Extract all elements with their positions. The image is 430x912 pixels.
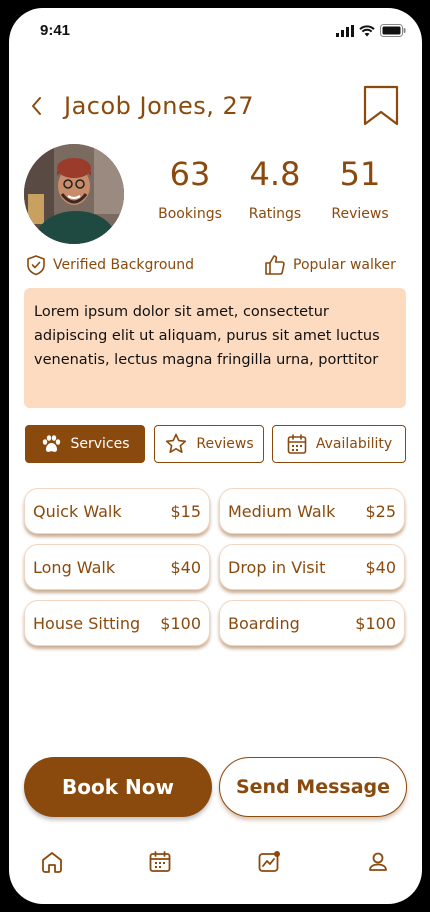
service-name: Long Walk xyxy=(33,557,116,577)
stat-ratings: 4.8 Ratings xyxy=(230,156,320,222)
stat-reviews: 51 Reviews xyxy=(315,156,405,222)
service-card-drop-in-visit[interactable]: Drop in Visit $40 xyxy=(219,544,405,590)
back-button[interactable] xyxy=(25,94,49,118)
verified-label: Verified Background xyxy=(53,257,195,273)
service-price: $25 xyxy=(365,501,396,521)
stat-label: Bookings xyxy=(158,206,222,222)
bottom-nav xyxy=(9,843,422,883)
star-icon xyxy=(164,432,188,456)
page-title: Jacob Jones, 27 xyxy=(64,92,255,120)
verified-badge: Verified Background xyxy=(25,252,194,278)
tab-label: Reviews xyxy=(196,436,254,452)
status-icons xyxy=(336,24,406,37)
stat-bookings: 63 Bookings xyxy=(145,156,235,222)
battery-icon xyxy=(380,24,406,37)
stat-label: Ratings xyxy=(248,206,302,222)
status-time: 9:41 xyxy=(40,22,71,39)
avatar xyxy=(24,144,124,244)
home-icon[interactable] xyxy=(39,849,65,875)
popular-badge: Popular walker xyxy=(263,252,396,278)
tab-services[interactable]: Services xyxy=(25,425,145,463)
service-name: Quick Walk xyxy=(33,501,122,521)
phone-screen: 9:41 Jacob Jones, 27 63 Bookings 4.8 Rat… xyxy=(9,8,422,904)
tab-label: Services xyxy=(70,436,130,452)
stat-label: Reviews xyxy=(331,206,389,222)
service-price: $40 xyxy=(365,557,396,577)
service-name: Medium Walk xyxy=(228,501,336,521)
stat-value: 63 xyxy=(169,155,211,193)
tab-availability[interactable]: Availability xyxy=(272,425,406,463)
calendar-icon xyxy=(286,433,308,455)
service-card-house-sitting[interactable]: House Sitting $100 xyxy=(24,600,210,646)
tab-label: Availability xyxy=(315,436,393,452)
service-card-quick-walk[interactable]: Quick Walk $15 xyxy=(24,488,210,534)
profile-header: Jacob Jones, 27 xyxy=(9,80,422,130)
service-price: $100 xyxy=(355,613,396,633)
tab-reviews[interactable]: Reviews xyxy=(154,425,264,463)
service-name: Drop in Visit xyxy=(228,557,326,577)
thumbs-up-icon xyxy=(263,253,287,277)
service-name: House Sitting xyxy=(33,613,141,633)
chevron-left-icon xyxy=(32,97,41,115)
service-price: $15 xyxy=(170,501,201,521)
status-bar: 9:41 xyxy=(9,8,422,54)
send-message-button[interactable]: Send Message xyxy=(219,757,407,817)
stat-value: 51 xyxy=(339,155,381,193)
service-name: Boarding xyxy=(228,613,300,633)
chart-icon[interactable] xyxy=(256,849,282,875)
service-price: $100 xyxy=(160,613,201,633)
stat-value: 4.8 xyxy=(249,155,301,193)
shield-check-icon xyxy=(25,254,47,276)
service-price: $40 xyxy=(170,557,201,577)
wifi-icon xyxy=(359,24,375,37)
service-card-boarding[interactable]: Boarding $100 xyxy=(219,600,405,646)
book-now-button[interactable]: Book Now xyxy=(24,757,212,817)
paw-icon xyxy=(40,434,62,454)
bookmark-icon xyxy=(363,85,399,126)
signal-icon xyxy=(336,24,354,37)
profile-icon[interactable] xyxy=(365,849,391,875)
calendar-icon[interactable] xyxy=(147,849,173,875)
service-card-medium-walk[interactable]: Medium Walk $25 xyxy=(219,488,405,534)
bookmark-button[interactable] xyxy=(361,84,401,128)
popular-label: Popular walker xyxy=(293,257,396,273)
service-card-long-walk[interactable]: Long Walk $40 xyxy=(24,544,210,590)
bio-text: Lorem ipsum dolor sit amet, consectetur … xyxy=(24,288,406,408)
